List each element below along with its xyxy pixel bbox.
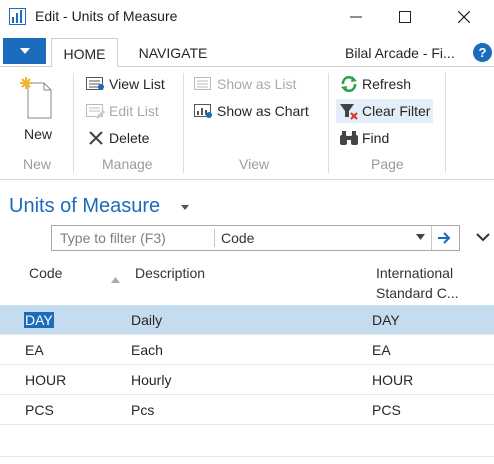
maximize-button[interactable]	[382, 0, 428, 34]
cell-intl-code[interactable]: PCS	[372, 402, 401, 418]
caret-down-icon	[19, 48, 30, 54]
filter-divider	[431, 226, 432, 250]
cell-intl-code[interactable]: EA	[372, 342, 391, 358]
new-document-icon	[20, 77, 52, 119]
chevron-down-icon[interactable]	[476, 233, 490, 242]
page-title[interactable]: Units of Measure	[9, 195, 160, 218]
column-header-description[interactable]: Description	[135, 263, 205, 283]
table-row[interactable]: DAY Daily DAY	[0, 305, 494, 335]
refresh-button[interactable]: Refresh	[339, 72, 411, 96]
view-list-icon	[86, 75, 106, 93]
group-label-view: View	[239, 156, 270, 172]
delete-label: Delete	[109, 130, 150, 146]
sort-ascending-icon	[111, 277, 120, 283]
show-as-list-button[interactable]: Show as List	[194, 72, 296, 96]
arrow-right-icon[interactable]	[437, 231, 451, 245]
caret-down-icon[interactable]	[181, 205, 189, 210]
help-icon[interactable]: ?	[473, 43, 492, 62]
clear-filter-icon	[339, 102, 359, 120]
tab-navigate[interactable]: NAVIGATE	[128, 38, 218, 68]
table-row[interactable]: HOUR Hourly HOUR	[0, 365, 494, 395]
column-header-intl-line1[interactable]: International	[376, 263, 453, 283]
delete-button[interactable]: Delete	[86, 126, 149, 150]
group-divider	[183, 73, 184, 173]
group-divider	[445, 73, 446, 173]
cell-description[interactable]: Hourly	[131, 372, 171, 388]
window-title: Edit - Units of Measure	[35, 8, 178, 24]
new-button[interactable]: New	[14, 75, 64, 143]
group-divider	[328, 73, 329, 173]
refresh-icon	[339, 75, 359, 93]
clear-filter-label: Clear Filter	[362, 103, 431, 119]
ribbon-tab-bar: HOME NAVIGATE Bilal Arcade - Fi... ?	[0, 34, 494, 68]
view-list-label: View List	[109, 76, 165, 92]
cell-description[interactable]: Each	[131, 342, 163, 358]
cell-code[interactable]: EA	[25, 342, 44, 358]
refresh-label: Refresh	[362, 76, 412, 92]
find-button[interactable]: Find	[339, 126, 389, 150]
delete-icon	[86, 129, 106, 147]
title-bar: Edit - Units of Measure	[0, 0, 494, 34]
company-name[interactable]: Bilal Arcade - Fi...	[345, 45, 455, 61]
cell-intl-code[interactable]: DAY	[372, 312, 400, 328]
group-divider	[73, 73, 74, 173]
table-row[interactable]: EA Each EA	[0, 335, 494, 365]
show-as-chart-label: Show as Chart	[217, 103, 309, 119]
view-list-button[interactable]: View List	[86, 72, 165, 96]
cell-code[interactable]: DAY	[24, 312, 54, 328]
edit-list-button[interactable]: Edit List	[86, 99, 159, 123]
new-label: New	[24, 126, 53, 142]
cell-intl-code[interactable]: HOUR	[372, 372, 413, 388]
cell-code[interactable]: PCS	[25, 402, 54, 418]
app-menu-button[interactable]	[3, 38, 46, 64]
close-icon	[458, 11, 470, 23]
close-button[interactable]	[441, 0, 487, 34]
show-as-list-icon	[194, 75, 214, 93]
group-label-page: Page	[371, 156, 404, 172]
show-as-chart-icon	[194, 102, 214, 120]
edit-list-label: Edit List	[109, 103, 159, 119]
binoculars-icon	[339, 129, 359, 147]
maximize-icon	[399, 11, 411, 23]
filter-input[interactable]: Type to filter (F3)	[60, 230, 166, 246]
show-as-list-label: Show as List	[217, 76, 297, 92]
minimize-icon	[350, 16, 362, 18]
table-row[interactable]: PCS Pcs PCS	[0, 395, 494, 425]
clear-filter-button[interactable]: Clear Filter	[336, 99, 434, 123]
filter-divider	[214, 229, 215, 247]
group-label-manage: Manage	[102, 156, 153, 172]
filter-field-select[interactable]: Code	[221, 230, 254, 246]
column-header-code[interactable]: Code	[29, 263, 62, 283]
minimize-button[interactable]	[333, 0, 379, 34]
table-bottom-divider	[0, 456, 494, 457]
app-icon	[9, 8, 26, 25]
column-header-intl-line2[interactable]: Standard C...	[376, 283, 459, 303]
cell-description[interactable]: Daily	[131, 312, 162, 328]
filter-bar: Type to filter (F3) Code	[51, 225, 460, 251]
find-label: Find	[362, 130, 390, 146]
cell-code[interactable]: HOUR	[25, 372, 66, 388]
dropdown-arrow-icon[interactable]	[416, 234, 425, 240]
tab-home[interactable]: HOME	[51, 38, 118, 68]
cell-description[interactable]: Pcs	[131, 402, 154, 418]
show-as-chart-button[interactable]: Show as Chart	[194, 99, 309, 123]
ribbon: New New View List Edit List Delete Manag…	[0, 67, 494, 180]
edit-list-icon	[86, 102, 106, 120]
group-label-new: New	[23, 156, 52, 172]
